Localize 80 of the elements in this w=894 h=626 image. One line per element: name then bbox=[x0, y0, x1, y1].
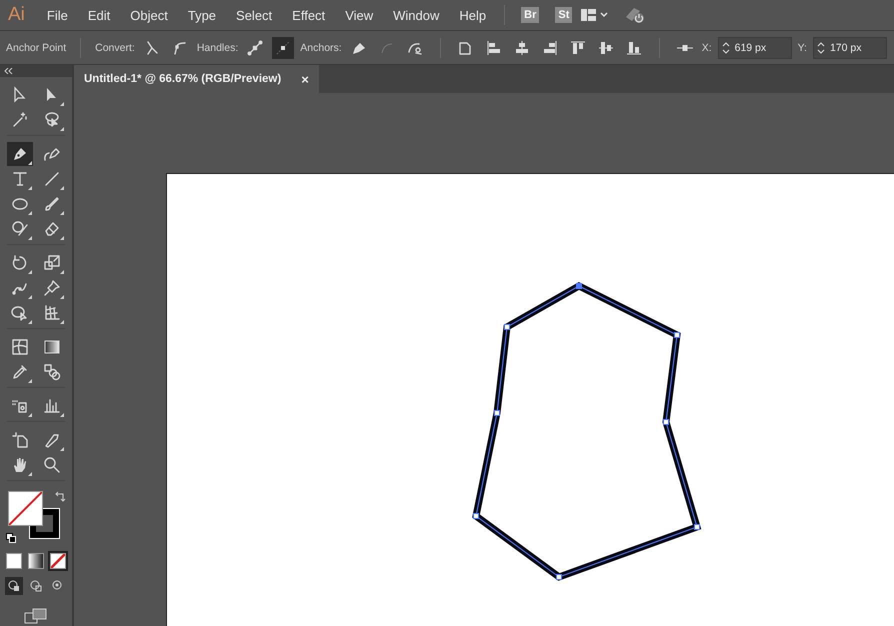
menu-item[interactable]: Effect bbox=[282, 8, 336, 22]
line-tool-icon bbox=[43, 170, 61, 188]
draw-behind-icon bbox=[30, 580, 42, 592]
app-launcher-button[interactable]: Br bbox=[521, 7, 540, 23]
align-left-icon bbox=[486, 40, 502, 56]
none-mode-button[interactable] bbox=[50, 553, 66, 569]
pin-tool-icon bbox=[43, 279, 61, 297]
menu-item[interactable]: File bbox=[36, 8, 78, 22]
artboard-tool-icon bbox=[11, 431, 29, 449]
tool-button[interactable] bbox=[7, 142, 33, 166]
scale-tool-icon bbox=[43, 254, 61, 272]
anchor-point[interactable] bbox=[556, 574, 562, 580]
app-logo: Ai bbox=[7, 4, 26, 26]
anchor-point[interactable] bbox=[694, 524, 700, 530]
brush-tool-icon bbox=[43, 195, 61, 213]
x-label: X: bbox=[702, 42, 712, 54]
draw-normal-button[interactable] bbox=[5, 577, 23, 595]
y-field[interactable]: 170 px bbox=[812, 36, 887, 58]
menu-item[interactable]: Type bbox=[178, 8, 226, 22]
align-top-icon bbox=[570, 40, 586, 56]
gradient-tool-icon bbox=[43, 338, 61, 356]
menu-item[interactable]: Select bbox=[226, 8, 282, 22]
hide-handles-button[interactable] bbox=[272, 36, 294, 58]
app-launcher-button[interactable]: St bbox=[555, 7, 572, 23]
type-tool-icon bbox=[11, 170, 29, 188]
fill-swatch[interactable] bbox=[8, 491, 43, 526]
pen-tool-icon bbox=[11, 145, 29, 163]
shaper-tool-icon bbox=[11, 220, 29, 238]
stroke-swatch[interactable] bbox=[30, 509, 59, 538]
zoom-tool-icon bbox=[43, 456, 61, 474]
menu-item[interactable]: Window bbox=[383, 8, 450, 22]
sync-status-icon[interactable] bbox=[624, 5, 646, 25]
eyedropper-tool-icon bbox=[11, 363, 29, 381]
lasso-tool-icon bbox=[43, 111, 61, 129]
gradient-mode-button[interactable] bbox=[28, 553, 44, 569]
stepper-icon[interactable] bbox=[816, 40, 826, 56]
close-tab-button[interactable]: × bbox=[301, 72, 309, 86]
menu-item[interactable]: Help bbox=[449, 8, 496, 22]
anchors-label: Anchors: bbox=[300, 42, 342, 54]
menu-item[interactable]: Edit bbox=[78, 8, 120, 22]
hand-tool-icon bbox=[11, 456, 29, 474]
builder-tool-icon bbox=[11, 304, 29, 322]
color-mode-button[interactable] bbox=[6, 553, 22, 569]
collapse-icon[interactable] bbox=[4, 68, 14, 74]
workspace-layout-icon[interactable] bbox=[580, 7, 610, 23]
eraser-tool-icon bbox=[43, 220, 61, 238]
wand-tool-icon bbox=[11, 111, 29, 129]
anchor-point[interactable] bbox=[504, 324, 510, 330]
mesh-tool-icon bbox=[11, 338, 29, 356]
align-right-icon bbox=[542, 40, 558, 56]
x-field[interactable]: 619 px bbox=[718, 36, 792, 58]
y-label: Y: bbox=[798, 42, 807, 54]
smooth-point-icon bbox=[172, 40, 188, 56]
polygon-path[interactable] bbox=[472, 282, 702, 581]
anchor-point[interactable] bbox=[663, 419, 669, 425]
anchor-square-icon bbox=[275, 40, 292, 56]
handles-label: Handles: bbox=[196, 42, 238, 54]
tool-name-label: Anchor Point bbox=[6, 42, 66, 54]
align-center-icon bbox=[514, 40, 530, 56]
menu-item[interactable]: View bbox=[335, 8, 384, 22]
anchor-point[interactable] bbox=[674, 332, 680, 338]
menu-item[interactable]: Object bbox=[120, 8, 178, 22]
convert-label: Convert: bbox=[95, 42, 135, 54]
default-colors-icon[interactable] bbox=[6, 533, 16, 543]
anchor-point[interactable] bbox=[473, 513, 479, 519]
draw-inside-icon bbox=[52, 580, 64, 592]
handle-line-icon bbox=[247, 40, 264, 56]
rotate-tool-icon bbox=[11, 254, 29, 272]
blend-tool-icon bbox=[43, 363, 61, 381]
stepper-icon[interactable] bbox=[720, 40, 731, 56]
document-tab[interactable]: Untitled-1* @ 66.67% (RGB/Preview) × bbox=[74, 65, 319, 93]
swap-icon[interactable] bbox=[54, 491, 66, 503]
screen-mode-button[interactable] bbox=[23, 607, 49, 625]
align-bottom-icon bbox=[626, 40, 642, 56]
align-middle-icon bbox=[598, 40, 614, 56]
grid-tool-icon bbox=[43, 304, 61, 322]
anchor-point[interactable] bbox=[494, 410, 500, 416]
draw-normal-icon bbox=[8, 580, 20, 592]
reference-point-icon bbox=[676, 44, 693, 50]
graph-tool-icon bbox=[43, 397, 61, 415]
